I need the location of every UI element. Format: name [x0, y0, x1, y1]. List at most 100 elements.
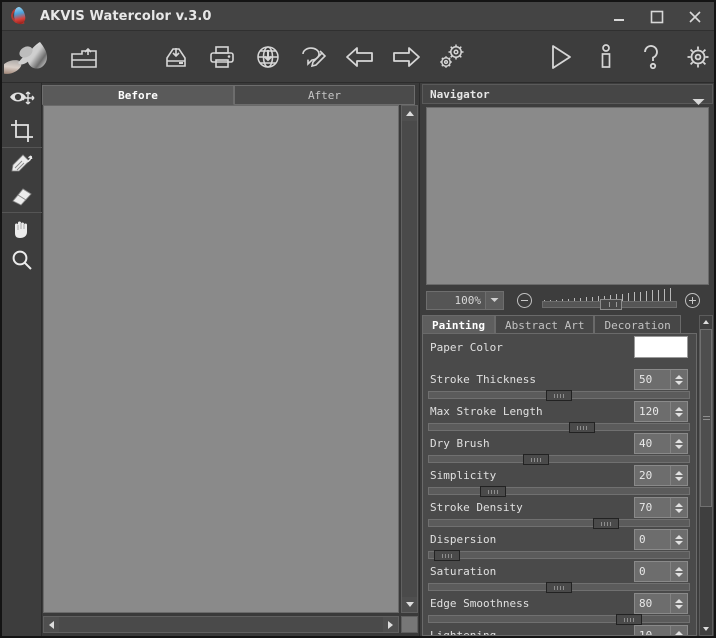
param-spinner[interactable]: 50	[634, 369, 688, 390]
param-label: Max Stroke Length	[430, 405, 543, 418]
navigator-preview[interactable]	[426, 107, 709, 285]
param-value[interactable]: 40	[635, 437, 670, 450]
zoom-dropdown-icon[interactable]	[486, 290, 504, 310]
brush-arrow-icon	[9, 152, 35, 176]
zoom-value[interactable]: 100%	[426, 290, 486, 310]
param-spinner[interactable]: 10	[634, 625, 688, 635]
application-window: AKVIS Watercolor v.3.0 Before After Navi…	[0, 0, 716, 638]
save-disk-icon	[161, 44, 191, 70]
spinner-arrows[interactable]	[670, 562, 687, 581]
tool-zoom[interactable]	[2, 245, 42, 277]
tool-crop[interactable]	[2, 115, 42, 147]
image-canvas[interactable]	[43, 105, 399, 613]
run-processing-button[interactable]	[540, 37, 580, 77]
param-spinner[interactable]: 0	[634, 529, 688, 550]
minus-circle-icon[interactable]	[517, 292, 532, 308]
param-spinner[interactable]: 40	[634, 433, 688, 454]
param-value[interactable]: 0	[635, 533, 670, 546]
close-icon[interactable]	[676, 2, 714, 31]
param-value[interactable]: 50	[635, 373, 670, 386]
spinner-arrows[interactable]	[670, 434, 687, 453]
info-icon	[596, 43, 616, 71]
batch-processing-button[interactable]	[432, 37, 472, 77]
spinner-arrows[interactable]	[670, 466, 687, 485]
eraser-icon	[9, 185, 35, 207]
param-label: Dry Brush	[430, 437, 490, 450]
save-image-button[interactable]	[156, 37, 196, 77]
arrow-left-icon	[344, 45, 376, 69]
settings-tabs: Painting Abstract Art Decoration	[422, 315, 697, 334]
tool-history-brush[interactable]	[2, 148, 42, 180]
tool-eraser[interactable]	[2, 180, 42, 212]
param-row-paper-color: Paper Color	[423, 334, 696, 366]
spinner-arrows[interactable]	[670, 530, 687, 549]
param-label: Paper Color	[430, 341, 503, 354]
scroll-up-arrow-icon[interactable]	[700, 316, 712, 328]
scroll-left-arrow-icon[interactable]	[44, 617, 59, 632]
post-comment-button[interactable]	[294, 37, 334, 77]
redo-button[interactable]	[386, 37, 426, 77]
tab-abstract-art[interactable]: Abstract Art	[494, 315, 595, 334]
tool-hand[interactable]	[2, 213, 42, 245]
param-value[interactable]: 80	[635, 597, 670, 610]
settings-scrollbar[interactable]	[699, 315, 713, 636]
hand-icon	[10, 217, 34, 241]
zoom-slider[interactable]	[542, 288, 677, 310]
help-button[interactable]	[632, 37, 672, 77]
settings-scroll-thumb[interactable]	[700, 329, 712, 507]
about-program-button[interactable]	[586, 37, 626, 77]
scroll-down-arrow-icon[interactable]	[402, 597, 417, 612]
param-label: Saturation	[430, 565, 497, 578]
param-label: Stroke Thickness	[430, 373, 536, 386]
tab-painting[interactable]: Painting	[422, 315, 495, 334]
scroll-up-arrow-icon[interactable]	[402, 106, 417, 121]
param-value[interactable]: 20	[635, 469, 670, 482]
publish-online-button[interactable]	[248, 37, 288, 77]
canvas-horizontal-scrollbar[interactable]	[43, 616, 399, 633]
param-label: Lightening	[430, 629, 497, 636]
param-spinner[interactable]: 80	[634, 593, 688, 614]
param-spinner[interactable]: 0	[634, 561, 688, 582]
eye-move-icon	[9, 88, 35, 110]
tab-after[interactable]: After	[234, 85, 415, 105]
spinner-arrows[interactable]	[670, 402, 687, 421]
spinner-arrows[interactable]	[670, 594, 687, 613]
param-value[interactable]: 0	[635, 565, 670, 578]
scroll-right-arrow-icon[interactable]	[383, 617, 398, 632]
right-panel: Navigator 100% Painting Abstract Art Dec…	[419, 83, 714, 636]
tool-quick-preview[interactable]	[2, 83, 42, 115]
tab-before[interactable]: Before	[42, 85, 234, 105]
paper-color-swatch[interactable]	[634, 336, 688, 358]
tab-decoration[interactable]: Decoration	[594, 315, 681, 334]
before-after-tabs: Before After	[42, 85, 415, 105]
undo-button[interactable]	[340, 37, 380, 77]
main-toolbar	[2, 31, 714, 83]
spinner-arrows[interactable]	[670, 626, 687, 635]
param-label: Edge Smoothness	[430, 597, 530, 610]
zoom-slider-thumb[interactable]	[600, 299, 622, 310]
param-value[interactable]: 120	[635, 405, 670, 418]
folder-open-icon	[69, 44, 99, 70]
minimize-icon[interactable]	[600, 2, 638, 31]
scroll-down-arrow-icon[interactable]	[700, 623, 712, 635]
param-value[interactable]: 70	[635, 501, 670, 514]
navigator-header: Navigator	[422, 84, 713, 105]
comment-pencil-icon	[299, 44, 329, 70]
preferences-button[interactable]	[678, 37, 714, 77]
param-label: Stroke Density	[430, 501, 523, 514]
maximize-icon[interactable]	[638, 2, 676, 31]
canvas-vertical-scrollbar[interactable]	[401, 105, 418, 613]
magnifier-icon	[10, 249, 34, 273]
window-controls	[600, 2, 714, 31]
print-image-button[interactable]	[202, 37, 242, 77]
resize-grip[interactable]	[401, 616, 418, 633]
param-value[interactable]: 10	[635, 629, 670, 635]
plus-circle-icon[interactable]	[685, 292, 700, 308]
param-spinner[interactable]: 120	[634, 401, 688, 422]
spinner-arrows[interactable]	[670, 370, 687, 389]
navigator-zoom-controls: 100%	[426, 288, 709, 311]
open-image-button[interactable]	[64, 37, 104, 77]
param-spinner[interactable]: 70	[634, 497, 688, 518]
param-spinner[interactable]: 20	[634, 465, 688, 486]
spinner-arrows[interactable]	[670, 498, 687, 517]
